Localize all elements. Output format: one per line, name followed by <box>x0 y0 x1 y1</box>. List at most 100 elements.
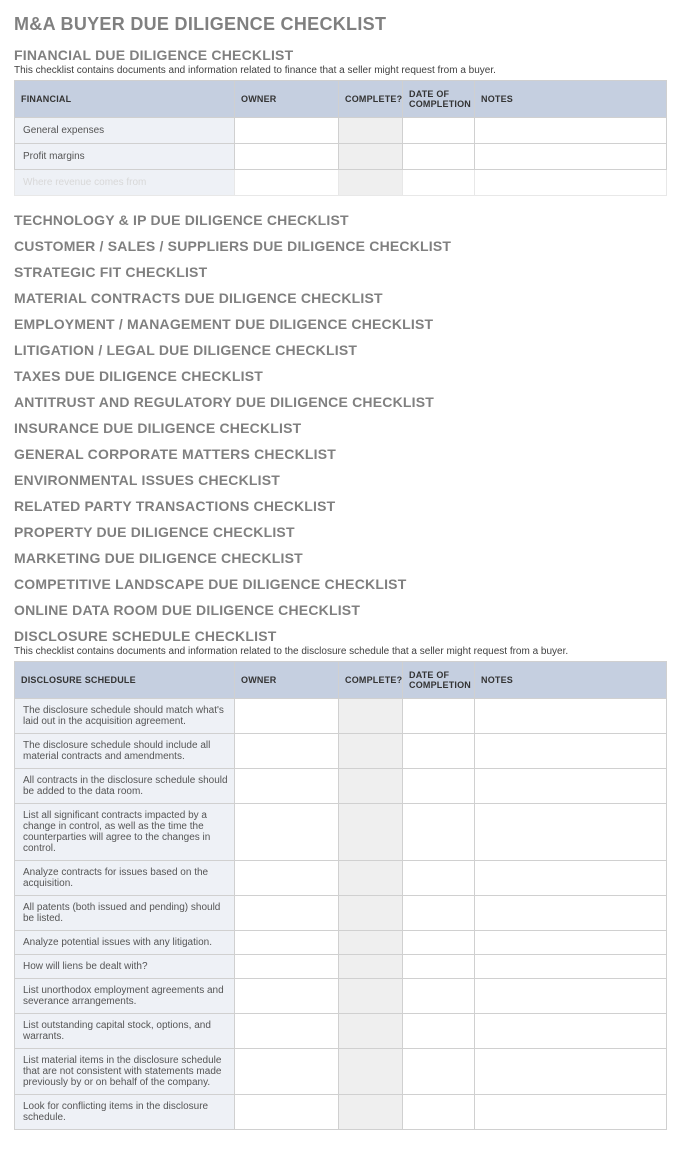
complete-cell[interactable] <box>339 699 403 734</box>
section-title: TAXES DUE DILIGENCE CHECKLIST <box>14 368 667 384</box>
owner-cell[interactable] <box>235 769 339 804</box>
complete-cell[interactable] <box>339 170 403 196</box>
owner-cell[interactable] <box>235 144 339 170</box>
table-row: List outstanding capital stock, options,… <box>15 1014 667 1049</box>
disclosure-section-title: DISCLOSURE SCHEDULE CHECKLIST <box>14 628 667 644</box>
complete-cell[interactable] <box>339 1095 403 1130</box>
table-row: Profit margins <box>15 144 667 170</box>
item-cell: Look for conflicting items in the disclo… <box>15 1095 235 1130</box>
complete-cell[interactable] <box>339 1049 403 1095</box>
notes-cell[interactable] <box>475 170 667 196</box>
date-cell[interactable] <box>403 955 475 979</box>
complete-cell[interactable] <box>339 861 403 896</box>
item-cell: Analyze contracts for issues based on th… <box>15 861 235 896</box>
owner-cell[interactable] <box>235 734 339 769</box>
owner-cell[interactable] <box>235 118 339 144</box>
notes-cell[interactable] <box>475 861 667 896</box>
table-row: List unorthodox employment agreements an… <box>15 979 667 1014</box>
notes-cell[interactable] <box>475 734 667 769</box>
complete-cell[interactable] <box>339 931 403 955</box>
table-row: How will liens be dealt with? <box>15 955 667 979</box>
date-cell[interactable] <box>403 699 475 734</box>
section-title: INSURANCE DUE DILIGENCE CHECKLIST <box>14 420 667 436</box>
date-cell[interactable] <box>403 734 475 769</box>
owner-cell[interactable] <box>235 1095 339 1130</box>
section-title: CUSTOMER / SALES / SUPPLIERS DUE DILIGEN… <box>14 238 667 254</box>
notes-cell[interactable] <box>475 1049 667 1095</box>
date-cell[interactable] <box>403 1049 475 1095</box>
notes-cell[interactable] <box>475 1095 667 1130</box>
notes-cell[interactable] <box>475 804 667 861</box>
owner-cell[interactable] <box>235 896 339 931</box>
table-row: The disclosure schedule should match wha… <box>15 699 667 734</box>
financial-section-title: FINANCIAL DUE DILIGENCE CHECKLIST <box>14 47 667 63</box>
table-row: Analyze contracts for issues based on th… <box>15 861 667 896</box>
item-cell: List outstanding capital stock, options,… <box>15 1014 235 1049</box>
date-cell[interactable] <box>403 931 475 955</box>
table-row: Analyze potential issues with any litiga… <box>15 931 667 955</box>
date-cell[interactable] <box>403 144 475 170</box>
complete-cell[interactable] <box>339 896 403 931</box>
notes-cell[interactable] <box>475 1014 667 1049</box>
item-cell: Analyze potential issues with any litiga… <box>15 931 235 955</box>
page-title: M&A BUYER DUE DILIGENCE CHECKLIST <box>14 14 667 35</box>
notes-cell[interactable] <box>475 955 667 979</box>
notes-cell[interactable] <box>475 144 667 170</box>
disclosure-table: DISCLOSURE SCHEDULE OWNER COMPLETE? DATE… <box>14 661 667 1130</box>
date-cell[interactable] <box>403 769 475 804</box>
owner-cell[interactable] <box>235 170 339 196</box>
complete-cell[interactable] <box>339 955 403 979</box>
date-cell[interactable] <box>403 896 475 931</box>
item-cell: The disclosure schedule should match wha… <box>15 699 235 734</box>
financial-table: FINANCIAL OWNER COMPLETE? DATE OF COMPLE… <box>14 80 667 196</box>
col-header-date: DATE OF COMPLETION <box>403 662 475 699</box>
section-title: GENERAL CORPORATE MATTERS CHECKLIST <box>14 446 667 462</box>
owner-cell[interactable] <box>235 1014 339 1049</box>
table-row: All patents (both issued and pending) sh… <box>15 896 667 931</box>
owner-cell[interactable] <box>235 931 339 955</box>
notes-cell[interactable] <box>475 769 667 804</box>
section-title: COMPETITIVE LANDSCAPE DUE DILIGENCE CHEC… <box>14 576 667 592</box>
date-cell[interactable] <box>403 979 475 1014</box>
complete-cell[interactable] <box>339 144 403 170</box>
section-title: MARKETING DUE DILIGENCE CHECKLIST <box>14 550 667 566</box>
date-cell[interactable] <box>403 1014 475 1049</box>
notes-cell[interactable] <box>475 118 667 144</box>
table-header-row: DISCLOSURE SCHEDULE OWNER COMPLETE? DATE… <box>15 662 667 699</box>
date-cell[interactable] <box>403 1095 475 1130</box>
owner-cell[interactable] <box>235 804 339 861</box>
date-cell[interactable] <box>403 804 475 861</box>
item-cell: Where revenue comes from <box>15 170 235 196</box>
date-cell[interactable] <box>403 861 475 896</box>
item-cell: The disclosure schedule should include a… <box>15 734 235 769</box>
section-title: ONLINE DATA ROOM DUE DILIGENCE CHECKLIST <box>14 602 667 618</box>
col-header-notes: NOTES <box>475 662 667 699</box>
owner-cell[interactable] <box>235 1049 339 1095</box>
section-title: ENVIRONMENTAL ISSUES CHECKLIST <box>14 472 667 488</box>
table-row: The disclosure schedule should include a… <box>15 734 667 769</box>
item-cell: Profit margins <box>15 144 235 170</box>
complete-cell[interactable] <box>339 118 403 144</box>
date-cell[interactable] <box>403 118 475 144</box>
owner-cell[interactable] <box>235 955 339 979</box>
section-title: PROPERTY DUE DILIGENCE CHECKLIST <box>14 524 667 540</box>
owner-cell[interactable] <box>235 979 339 1014</box>
complete-cell[interactable] <box>339 979 403 1014</box>
complete-cell[interactable] <box>339 1014 403 1049</box>
notes-cell[interactable] <box>475 979 667 1014</box>
table-header-row: FINANCIAL OWNER COMPLETE? DATE OF COMPLE… <box>15 81 667 118</box>
date-cell[interactable] <box>403 170 475 196</box>
owner-cell[interactable] <box>235 861 339 896</box>
complete-cell[interactable] <box>339 769 403 804</box>
notes-cell[interactable] <box>475 699 667 734</box>
owner-cell[interactable] <box>235 699 339 734</box>
col-header-owner: OWNER <box>235 81 339 118</box>
item-cell: All contracts in the disclosure schedule… <box>15 769 235 804</box>
financial-section-desc: This checklist contains documents and in… <box>14 65 667 76</box>
notes-cell[interactable] <box>475 931 667 955</box>
complete-cell[interactable] <box>339 734 403 769</box>
col-header-item: FINANCIAL <box>15 81 235 118</box>
complete-cell[interactable] <box>339 804 403 861</box>
notes-cell[interactable] <box>475 896 667 931</box>
item-cell: List all significant contracts impacted … <box>15 804 235 861</box>
